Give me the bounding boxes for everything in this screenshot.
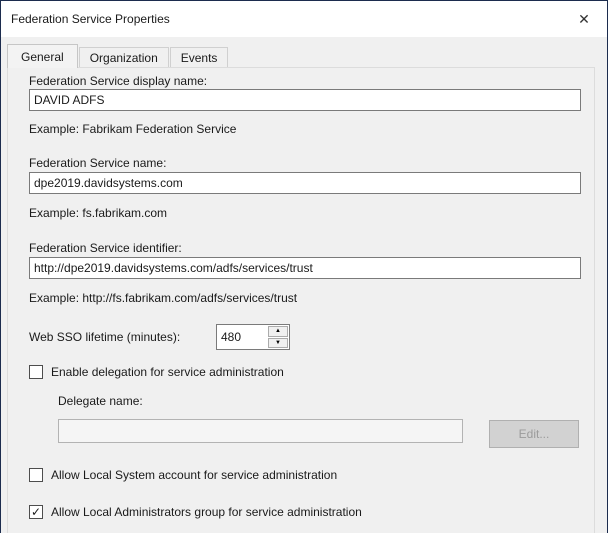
- spin-down-icon[interactable]: ▼: [268, 338, 288, 349]
- federation-service-properties-dialog: Federation Service Properties ✕ General …: [0, 0, 608, 533]
- tab-organization[interactable]: Organization: [79, 47, 169, 67]
- close-icon[interactable]: ✕: [561, 1, 607, 37]
- tab-page-general: Federation Service display name: Example…: [7, 67, 595, 533]
- service-name-input[interactable]: [29, 172, 581, 194]
- sso-lifetime-label: Web SSO lifetime (minutes):: [29, 330, 180, 344]
- local-system-checkbox[interactable]: [29, 468, 43, 482]
- local-system-row[interactable]: Allow Local System account for service a…: [29, 468, 337, 482]
- sso-lifetime-input[interactable]: [217, 325, 267, 349]
- tab-events[interactable]: Events: [170, 47, 229, 67]
- identifier-label: Federation Service identifier:: [29, 241, 182, 255]
- window-title: Federation Service Properties: [1, 12, 170, 26]
- spin-buttons: ▲ ▼: [267, 325, 289, 349]
- local-system-label: Allow Local System account for service a…: [51, 468, 337, 482]
- sso-lifetime-stepper: ▲ ▼: [216, 324, 290, 350]
- spin-up-icon[interactable]: ▲: [268, 326, 288, 337]
- enable-delegation-row[interactable]: Enable delegation for service administra…: [29, 365, 284, 379]
- edit-button[interactable]: Edit...: [489, 420, 579, 448]
- tab-general[interactable]: General: [7, 44, 78, 68]
- local-admins-row[interactable]: ✓ Allow Local Administrators group for s…: [29, 505, 362, 519]
- tabstrip: General Organization Events: [7, 44, 229, 67]
- local-admins-checkbox[interactable]: ✓: [29, 505, 43, 519]
- local-admins-label: Allow Local Administrators group for ser…: [51, 505, 362, 519]
- display-name-label: Federation Service display name:: [29, 74, 207, 88]
- dialog-body: General Organization Events Federation S…: [1, 37, 607, 533]
- delegate-name-label: Delegate name:: [58, 394, 143, 408]
- display-name-input[interactable]: [29, 89, 581, 111]
- service-name-example: Example: fs.fabrikam.com: [29, 206, 167, 220]
- titlebar: Federation Service Properties ✕: [1, 1, 607, 37]
- enable-delegation-label: Enable delegation for service administra…: [51, 365, 284, 379]
- service-name-label: Federation Service name:: [29, 156, 166, 170]
- identifier-input[interactable]: [29, 257, 581, 279]
- identifier-example: Example: http://fs.fabrikam.com/adfs/ser…: [29, 291, 297, 305]
- enable-delegation-checkbox[interactable]: [29, 365, 43, 379]
- display-name-example: Example: Fabrikam Federation Service: [29, 122, 236, 136]
- delegate-name-input[interactable]: [58, 419, 463, 443]
